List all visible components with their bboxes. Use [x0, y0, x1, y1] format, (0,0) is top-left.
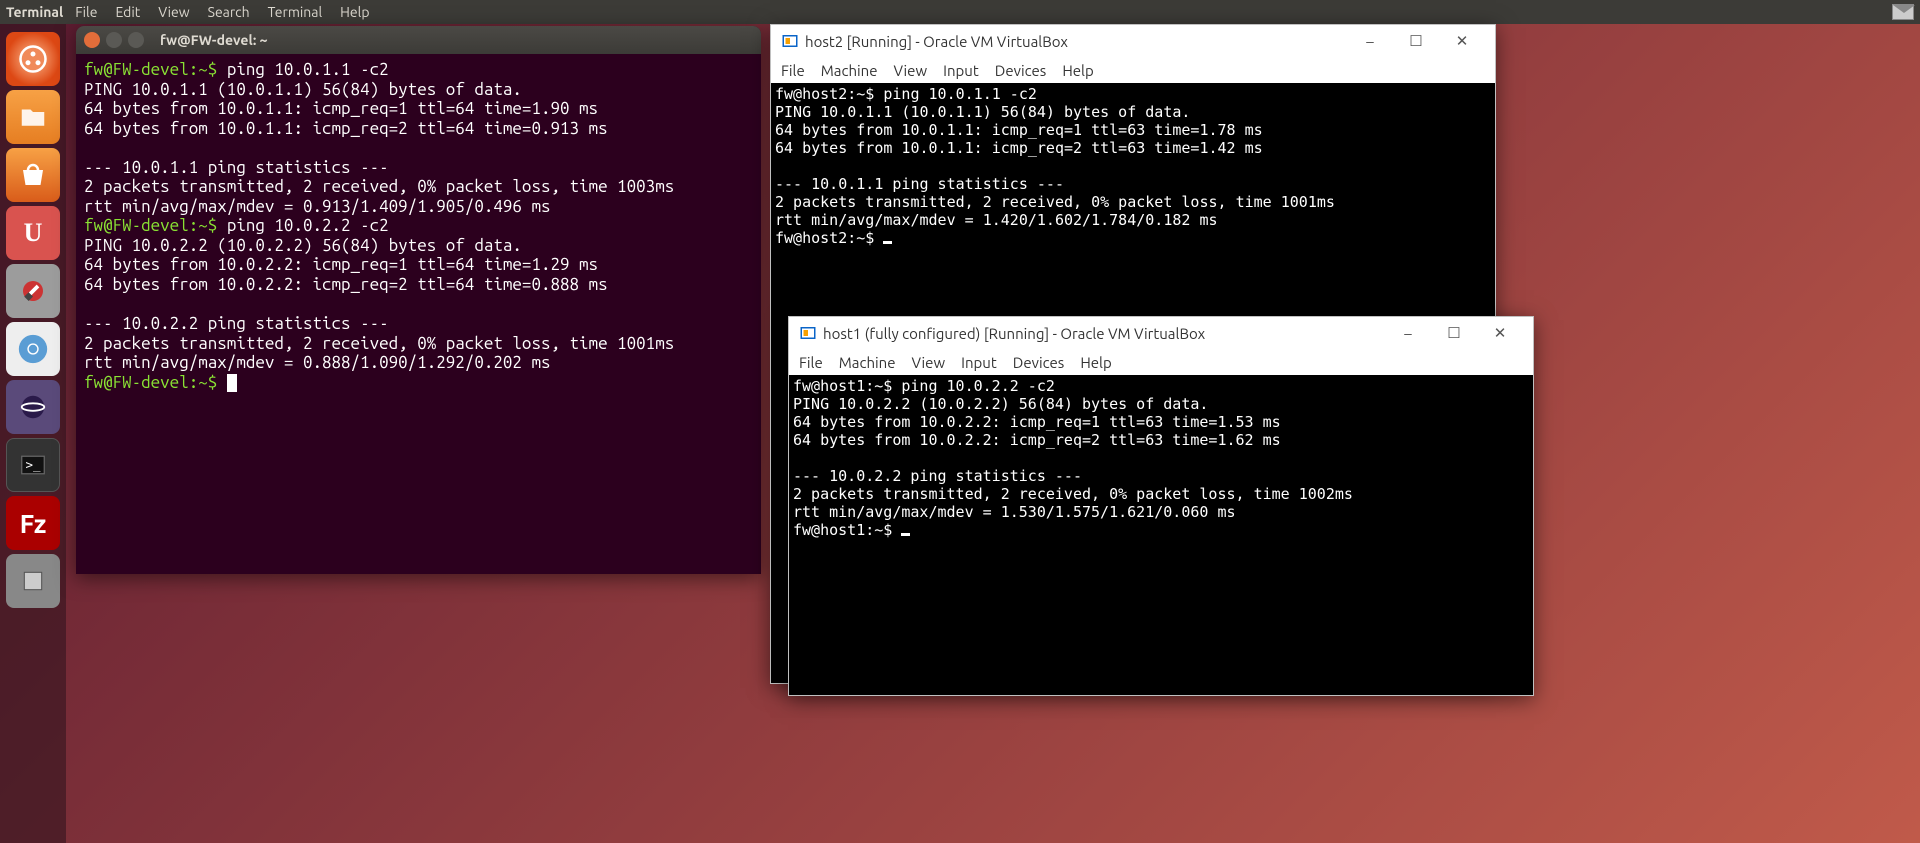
- close-button[interactable]: ✕: [1477, 324, 1523, 342]
- settings-icon[interactable]: [6, 264, 60, 318]
- chromium-icon[interactable]: [6, 322, 60, 376]
- menu-edit[interactable]: Edit: [115, 4, 140, 20]
- host1-console[interactable]: fw@host1:~$ ping 10.0.2.2 -c2 PING 10.0.…: [789, 375, 1533, 695]
- prompt: fw@FW-devel:~$: [84, 216, 227, 235]
- maximize-button[interactable]: [128, 32, 144, 48]
- vb-menu-input[interactable]: Input: [961, 354, 997, 371]
- vb-menu-file[interactable]: File: [781, 62, 805, 79]
- vb-menu-input[interactable]: Input: [943, 62, 979, 79]
- eclipse-icon[interactable]: [6, 380, 60, 434]
- application-icon[interactable]: [6, 554, 60, 608]
- minimize-button[interactable]: [106, 32, 122, 48]
- filezilla-icon[interactable]: Fz: [6, 496, 60, 550]
- terminal-output: fw@host2:~$ ping 10.0.1.1 -c2 PING 10.0.…: [775, 85, 1335, 247]
- svg-text:>_: >_: [26, 457, 42, 472]
- vb-menu-view[interactable]: View: [912, 354, 946, 371]
- desktop: U >_ Fz fw@FW-devel: ~ fw@FW-devel:~$ pi…: [0, 24, 1920, 843]
- virtualbox-icon: [781, 32, 799, 50]
- prompt: fw@FW-devel:~$: [84, 60, 227, 79]
- cursor: [227, 374, 237, 392]
- host2-titlebar[interactable]: host2 [Running] - Oracle VM VirtualBox –…: [771, 25, 1495, 57]
- vb-menu-devices[interactable]: Devices: [995, 62, 1047, 79]
- vb-menu-file[interactable]: File: [799, 354, 823, 371]
- host2-menubar: File Machine View Input Devices Help: [771, 57, 1495, 83]
- cursor: [901, 533, 910, 536]
- terminal-title: fw@FW-devel: ~: [160, 32, 268, 48]
- menu-help[interactable]: Help: [340, 4, 369, 20]
- host1-title: host1 (fully configured) [Running] - Ora…: [823, 325, 1205, 342]
- vb-menu-machine[interactable]: Machine: [821, 62, 878, 79]
- host2-title: host2 [Running] - Oracle VM VirtualBox: [805, 33, 1068, 50]
- global-menu-bar: Terminal File Edit View Search Terminal …: [0, 0, 1920, 24]
- mail-indicator-icon[interactable]: [1892, 4, 1914, 20]
- menu-file[interactable]: File: [75, 4, 97, 20]
- active-app-label: Terminal: [6, 4, 63, 20]
- menu-view[interactable]: View: [158, 4, 189, 20]
- vb-menu-help[interactable]: Help: [1080, 354, 1111, 371]
- files-icon[interactable]: [6, 90, 60, 144]
- menu-terminal[interactable]: Terminal: [268, 4, 323, 20]
- terminal-output: fw@host1:~$ ping 10.0.2.2 -c2 PING 10.0.…: [793, 377, 1353, 539]
- close-button[interactable]: ✕: [1439, 32, 1485, 50]
- virtualbox-icon: [799, 324, 817, 342]
- terminal-output: PING 10.0.2.2 (10.0.2.2) 56(84) bytes of…: [84, 236, 674, 372]
- unity-launcher: U >_ Fz: [0, 24, 66, 843]
- maximize-button[interactable]: ☐: [1393, 32, 1439, 50]
- terminal-body[interactable]: fw@FW-devel:~$ ping 10.0.1.1 -c2 PING 10…: [76, 54, 761, 398]
- command-text: ping 10.0.2.2 -c2: [227, 216, 389, 235]
- dash-icon[interactable]: [6, 32, 60, 86]
- software-center-icon[interactable]: [6, 148, 60, 202]
- terminal-output: PING 10.0.1.1 (10.0.1.1) 56(84) bytes of…: [84, 80, 674, 216]
- vb-menu-help[interactable]: Help: [1062, 62, 1093, 79]
- ubuntu-one-icon[interactable]: U: [6, 206, 60, 260]
- menu-search[interactable]: Search: [208, 4, 250, 20]
- command-text: ping 10.0.1.1 -c2: [227, 60, 389, 79]
- maximize-button[interactable]: ☐: [1431, 324, 1477, 342]
- cursor: [883, 241, 892, 244]
- vb-menu-view[interactable]: View: [894, 62, 928, 79]
- terminal-window[interactable]: fw@FW-devel: ~ fw@FW-devel:~$ ping 10.0.…: [76, 26, 761, 574]
- close-button[interactable]: [84, 32, 100, 48]
- minimize-button[interactable]: –: [1385, 325, 1431, 342]
- host1-titlebar[interactable]: host1 (fully configured) [Running] - Ora…: [789, 317, 1533, 349]
- terminal-titlebar[interactable]: fw@FW-devel: ~: [76, 26, 761, 54]
- virtualbox-host1-window[interactable]: host1 (fully configured) [Running] - Ora…: [788, 316, 1534, 696]
- minimize-button[interactable]: –: [1347, 33, 1393, 50]
- vb-menu-machine[interactable]: Machine: [839, 354, 896, 371]
- terminal-icon[interactable]: >_: [6, 438, 60, 492]
- prompt: fw@FW-devel:~$: [84, 373, 227, 392]
- vb-menu-devices[interactable]: Devices: [1013, 354, 1065, 371]
- host1-menubar: File Machine View Input Devices Help: [789, 349, 1533, 375]
